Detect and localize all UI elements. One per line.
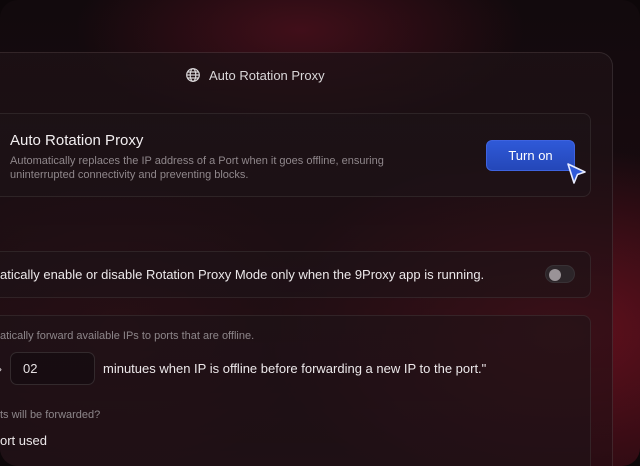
app-running-toggle[interactable] [545,265,575,283]
app-running-label: atically enable or disable Rotation Prox… [0,267,485,282]
app-window: Auto Rotation Proxy Auto Rotation Proxy … [0,0,640,466]
minutes-label: minutues when IP is offline before forwa… [103,361,487,376]
minutes-input[interactable] [10,352,95,385]
panel-header: Auto Rotation Proxy [185,66,325,84]
chevron-right-icon: › [0,362,2,376]
toggle-knob [549,269,561,281]
mouse-pointer-icon [567,163,586,184]
forward-question: ts will be forwarded? [0,409,101,421]
auto-rotation-description: Automatically replaces the IP address of… [10,155,384,181]
auto-rotation-title: Auto Rotation Proxy [10,132,144,149]
turn-on-button[interactable]: Turn on [486,140,575,171]
forward-description: atically forward available IPs to ports … [0,330,255,342]
port-used-option[interactable]: ort used [0,433,47,448]
globe-icon [186,68,200,82]
panel-title: Auto Rotation Proxy [209,67,325,83]
